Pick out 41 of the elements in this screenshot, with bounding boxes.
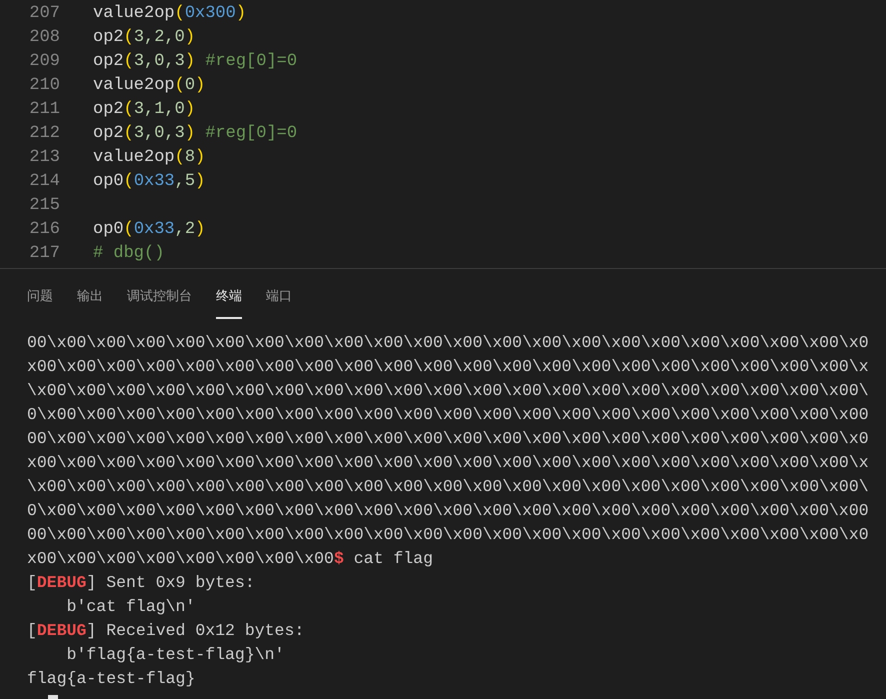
terminal-line: 00\x00\x00\x00\x00\x00\x00\x00\x00\x00\x00\x00\x00\x00\x00\x00\x00\x00\x00\x00\x00\x0: [27, 428, 870, 450]
line-number: 213: [28, 147, 60, 169]
panel-tab[interactable]: 终端: [216, 282, 242, 319]
line-number: 217: [28, 243, 60, 265]
terminal-line: b'cat flag\n': [66, 596, 196, 618]
line-number: 214: [28, 171, 60, 193]
terminal-line: x00\x00\x00\x00\x00\x00\x00\x00$ cat flag: [27, 548, 434, 570]
terminal-line: 00\x00\x00\x00\x00\x00\x00\x00\x00\x00\x00\x00\x00\x00\x00\x00\x00\x00\x00\x00\x00\x0: [27, 524, 870, 546]
terminal-line: x00\x00\x00\x00\x00\x00\x00\x00\x00\x00\x00\x00\x00\x00\x00\x00\x00\x00\x00\x00\x00\x: [27, 452, 870, 474]
code-line: op2(3,0,3) #reg[0]=0: [93, 123, 298, 145]
terminal-line: [DEBUG] Received 0x12 bytes:: [27, 620, 306, 642]
code-line: op0(0x33,5): [93, 171, 206, 193]
line-number: 208: [28, 27, 60, 49]
panel-tab[interactable]: 问题: [27, 282, 53, 319]
code-line: op2(3,2,0): [93, 27, 196, 49]
line-number: 215: [28, 195, 60, 217]
panel-tab[interactable]: 输出: [77, 282, 103, 319]
terminal-line: b'flag{a-test-flag}\n': [66, 644, 286, 666]
line-number: 209: [28, 51, 60, 73]
line-number: 210: [28, 75, 60, 97]
code-line: op2(3,0,3) #reg[0]=0: [93, 51, 298, 73]
code-line: value2op(0): [93, 75, 206, 97]
line-number: 216: [28, 219, 60, 241]
code-line: value2op(8): [93, 147, 206, 169]
terminal-line: 0\x00\x00\x00\x00\x00\x00\x00\x00\x00\x00\x00\x00\x00\x00\x00\x00\x00\x00\x00\x00\x00: [27, 404, 870, 426]
terminal-line: \x00\x00\x00\x00\x00\x00\x00\x00\x00\x00\x00\x00\x00\x00\x00\x00\x00\x00\x00\x00\x00\: [27, 476, 870, 498]
terminal-line: x00\x00\x00\x00\x00\x00\x00\x00\x00\x00\x00\x00\x00\x00\x00\x00\x00\x00\x00\x00\x00\x: [27, 356, 870, 378]
line-number: 211: [28, 99, 60, 121]
code-line: op2(3,1,0): [93, 99, 196, 121]
panel-tab[interactable]: 端口: [266, 282, 292, 319]
terminal-line: \x00\x00\x00\x00\x00\x00\x00\x00\x00\x00\x00\x00\x00\x00\x00\x00\x00\x00\x00\x00\x00\: [27, 380, 870, 402]
terminal-line: [DEBUG] Sent 0x9 bytes:: [27, 572, 256, 594]
code-line: value2op(0x300): [93, 3, 246, 25]
panel-tab[interactable]: 调试控制台: [127, 282, 192, 319]
code-line: op0(0x33,2): [93, 219, 206, 241]
terminal-line: 0\x00\x00\x00\x00\x00\x00\x00\x00\x00\x00\x00\x00\x00\x00\x00\x00\x00\x00\x00\x00\x00: [27, 500, 870, 522]
code-line: # dbg(): [93, 243, 164, 265]
terminal-line: flag{a-test-flag}: [27, 668, 196, 690]
line-number: 212: [28, 123, 60, 145]
line-number: 207: [28, 3, 60, 25]
terminal-line: 00\x00\x00\x00\x00\x00\x00\x00\x00\x00\x00\x00\x00\x00\x00\x00\x00\x00\x00\x00\x00\x0: [27, 332, 870, 354]
